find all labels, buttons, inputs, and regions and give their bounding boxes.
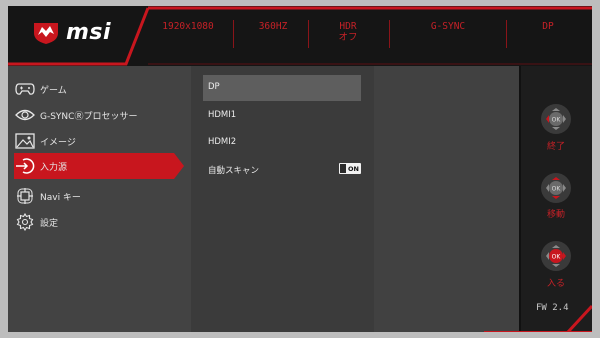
menu-item-image[interactable]: イメージ [14, 130, 174, 152]
auto-scan-toggle[interactable]: ON [339, 163, 361, 174]
joystick-exit-icon: OK [541, 104, 571, 134]
submenu-selection-highlight [203, 75, 361, 101]
active-menu-arrow [174, 153, 184, 179]
gamepad-icon [14, 80, 36, 98]
enter-hint-label: 入る [546, 279, 565, 289]
input-source-icon [14, 157, 36, 175]
menu-item-settings[interactable]: 設定 [14, 211, 174, 233]
move-hint-label: 移動 [546, 210, 565, 220]
submenu-item-dp[interactable]: DP [208, 82, 220, 92]
menu-item-gsync-processor[interactable]: G-SYNCⓇプロセッサー [14, 104, 174, 126]
submenu-item-hdmi1[interactable]: HDMI1 [208, 110, 236, 120]
gear-icon [14, 213, 36, 231]
submenu-item-hdmi2[interactable]: HDMI2 [208, 137, 236, 147]
firmware-version: FW 2.4 [536, 303, 569, 313]
menu-item-label: Navi キー [40, 192, 81, 203]
nvidia-eye-icon [14, 106, 36, 124]
navi-key-icon [14, 187, 36, 205]
menu-item-game[interactable]: ゲーム [14, 78, 174, 100]
joystick-enter-icon: OK [541, 241, 571, 271]
joystick-ok-label: OK [552, 186, 562, 193]
submenu-item-auto-scan[interactable]: 自動スキャン [208, 164, 259, 176]
menu-item-label: 入力源 [40, 162, 68, 173]
menu-item-input-source[interactable]: 入力源 [14, 155, 174, 177]
menu-item-label: ゲーム [40, 85, 67, 96]
image-icon [14, 132, 36, 150]
exit-hint-label: 終了 [546, 142, 565, 152]
joystick-move-icon: OK [541, 173, 571, 203]
menu-item-label: 設定 [40, 218, 59, 229]
joystick-ok-label: OK [552, 117, 562, 124]
joystick-ok-label: OK [552, 254, 562, 261]
toggle-state-label: ON [348, 164, 359, 173]
menu-item-label: G-SYNCⓇプロセッサー [40, 111, 138, 122]
menu-item-label: イメージ [40, 137, 76, 148]
menu-item-navi-key[interactable]: Navi キー [14, 185, 174, 207]
toggle-knob [340, 164, 346, 173]
